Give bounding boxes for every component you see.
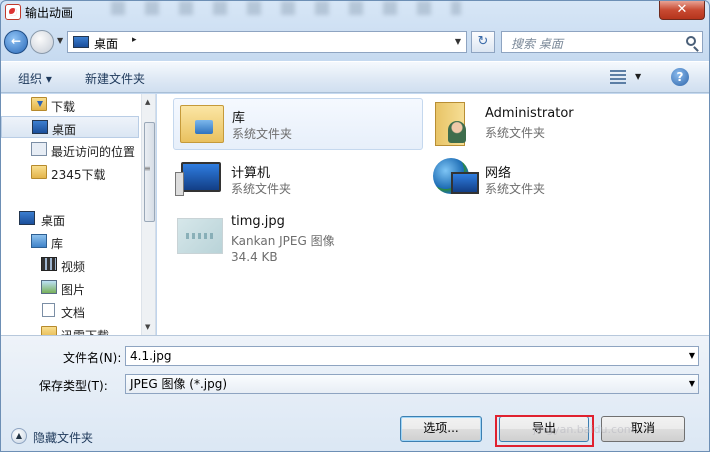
address-bar[interactable]: 桌面 ▸ ▼ (67, 31, 467, 53)
watermark: jingyan.baidu.com (533, 423, 635, 436)
nav-item-label: 桌面 (41, 214, 66, 228)
forward-button[interactable] (30, 30, 54, 54)
desktop-icon (19, 211, 35, 225)
filename-field[interactable]: 4.1.jpg ▼ (125, 346, 699, 366)
nav-item-libraries[interactable]: 库 (1, 231, 139, 253)
filename-value[interactable]: 4.1.jpg (130, 349, 171, 363)
list-item-network[interactable]: 网络 系统文件夹 (427, 154, 677, 206)
item-type: Kankan JPEG 图像 (231, 234, 335, 248)
address-row: ← ▼ 桌面 ▸ ▼ ↻ 搜索 桌面 (1, 27, 709, 57)
folder-icon (31, 165, 47, 179)
nav-item-label: 文档 (61, 306, 86, 320)
image-thumbnail-icon[interactable] (177, 218, 223, 254)
nav-item-label: 2345下载 (51, 168, 106, 182)
nav-item-pictures[interactable]: 图片 (1, 277, 139, 299)
nav-item-xunlei-downloads[interactable]: 迅雷下载 (1, 323, 139, 335)
filetype-select[interactable]: JPEG 图像 (*.jpg) ▼ (125, 374, 699, 394)
search-input[interactable]: 搜索 桌面 (501, 31, 703, 53)
item-name: 网络 (485, 166, 512, 181)
new-folder-button[interactable]: 新建文件夹 (85, 70, 145, 87)
documents-icon (42, 303, 55, 317)
item-name: 计算机 (231, 166, 271, 181)
search-placeholder: 搜索 桌面 (511, 37, 563, 51)
chevron-down-icon[interactable]: ▼ (689, 375, 695, 393)
network-icon (433, 158, 479, 194)
item-name: 库 (232, 111, 246, 126)
folder-icon (41, 326, 57, 335)
item-type: 系统文件夹 (232, 127, 293, 141)
nav-item-label: 最近访问的位置 (51, 145, 136, 159)
item-name: Administrator (485, 106, 574, 121)
nav-item-label: 库 (51, 237, 64, 251)
app-icon (5, 4, 21, 20)
video-icon (41, 257, 57, 271)
refresh-button[interactable]: ↻ (471, 31, 495, 53)
recent-pages-dropdown-icon[interactable]: ▼ (57, 36, 63, 45)
file-list: 库 系统文件夹 Administrator 系统文件夹 计算机 系统文件夹 网络… (157, 94, 709, 335)
close-button[interactable]: ✕ (659, 1, 705, 20)
nav-item-label: 下载 (51, 100, 76, 114)
list-item-administrator[interactable]: Administrator 系统文件夹 (427, 98, 677, 150)
item-type: 系统文件夹 (485, 182, 546, 196)
nav-item-label: 迅雷下载 (61, 327, 109, 335)
save-dialog: 输出动画 ✕ ← ▼ 桌面 ▸ ▼ ↻ 搜索 桌面 组织 ▾ 新建文件夹 ▼ ?… (0, 0, 710, 452)
desktop-icon (32, 120, 48, 134)
nav-item-videos[interactable]: 视频 (1, 254, 139, 276)
library-icon (31, 234, 47, 248)
item-type: 系统文件夹 (485, 126, 546, 140)
library-folder-icon (180, 105, 224, 143)
chevron-right-icon[interactable]: ▸ (132, 35, 137, 45)
nav-item-downloads[interactable]: 下载 (1, 94, 139, 116)
options-button[interactable]: 选项... (400, 416, 482, 442)
nav-item-label: 桌面 (52, 123, 77, 137)
list-item-computer[interactable]: 计算机 系统文件夹 (173, 154, 423, 206)
recent-places-icon (31, 142, 47, 156)
address-location[interactable]: 桌面 (94, 35, 118, 52)
blurred-toolbar-background (111, 1, 461, 15)
window-title: 输出动画 (25, 6, 74, 20)
nav-item-2345-downloads[interactable]: 2345下载 (1, 162, 139, 184)
grip-icon: ≡ (144, 164, 151, 173)
user-folder-icon (435, 102, 466, 146)
filename-label: 文件名(N): (63, 351, 122, 365)
nav-item-desktop[interactable]: 桌面 (1, 116, 139, 138)
list-item-libraries[interactable]: 库 系统文件夹 (173, 98, 423, 150)
nav-scrollbar[interactable]: ▲ ≡ ▼ (141, 94, 155, 335)
collapse-icon[interactable]: ▲ (11, 428, 27, 444)
scroll-up-icon[interactable]: ▲ (145, 98, 150, 106)
navigation-pane: 下载 桌面 最近访问的位置 2345下载 桌面 库 视频 图片 文档 ▲ ≡ ▼ (1, 94, 156, 335)
item-size: 34.4 KB (231, 250, 278, 264)
search-icon[interactable] (686, 36, 696, 46)
nav-item-recent-places[interactable]: 最近访问的位置 (1, 139, 139, 161)
command-bar: 组织 ▾ 新建文件夹 ▼ ? (1, 61, 709, 93)
desktop-icon (73, 36, 89, 48)
pictures-icon (41, 280, 57, 294)
item-type: 系统文件夹 (231, 182, 292, 196)
hide-folders-toggle[interactable]: 隐藏文件夹 (33, 429, 93, 446)
scroll-down-icon[interactable]: ▼ (145, 323, 150, 331)
item-name: timg.jpg (231, 214, 285, 229)
download-folder-icon (31, 97, 47, 111)
chevron-down-icon[interactable]: ▼ (455, 37, 461, 46)
chevron-down-icon[interactable]: ▼ (689, 347, 695, 365)
nav-item-desktop-root[interactable]: 桌面 (1, 208, 139, 230)
views-icon[interactable] (610, 70, 626, 84)
filetype-label: 保存类型(T): (39, 379, 108, 393)
title-bar: 输出动画 ✕ (1, 1, 709, 23)
help-icon[interactable]: ? (671, 68, 689, 86)
filetype-value[interactable]: JPEG 图像 (*.jpg) (130, 377, 227, 391)
nav-item-label: 视频 (61, 260, 86, 274)
back-button[interactable]: ← (4, 30, 28, 54)
organize-menu[interactable]: 组织 ▾ (18, 70, 52, 87)
chevron-down-icon[interactable]: ▼ (635, 72, 641, 81)
nav-item-documents[interactable]: 文档 (1, 300, 139, 322)
nav-item-label: 图片 (61, 283, 86, 297)
computer-icon (175, 162, 221, 196)
